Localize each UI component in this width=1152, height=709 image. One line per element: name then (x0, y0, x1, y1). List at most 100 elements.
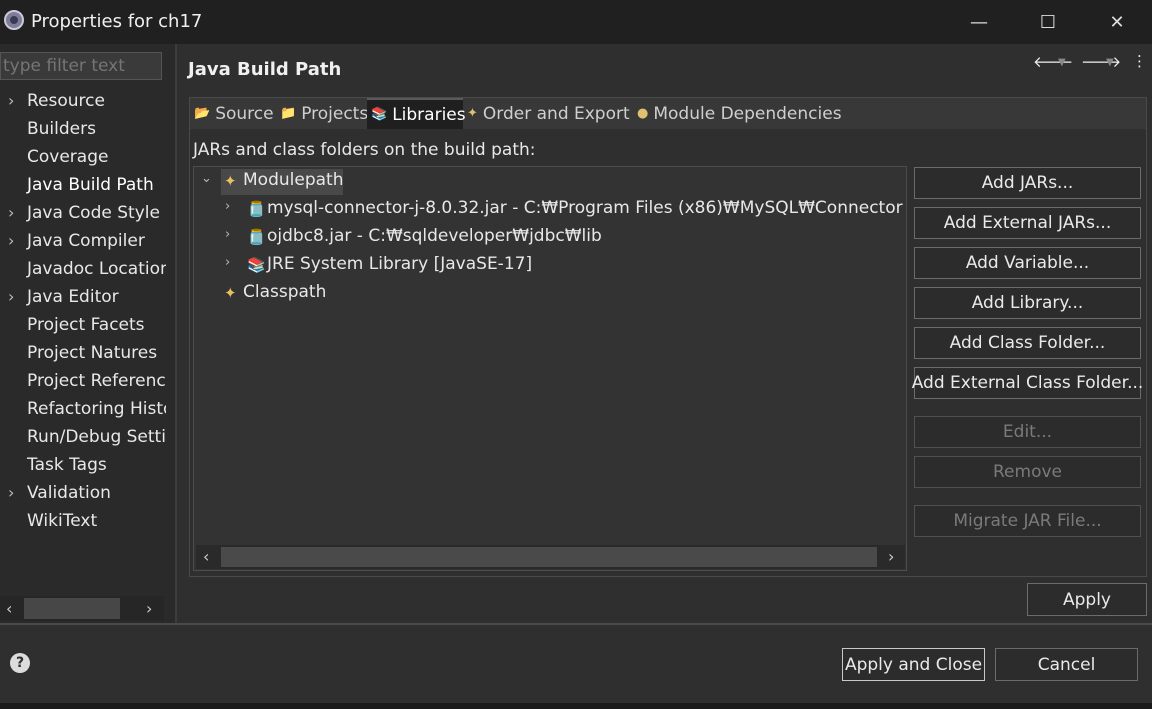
sidebar-item-label: Java Compiler (27, 231, 145, 251)
tab-libraries[interactable]: 📚 Libraries (367, 98, 466, 129)
tab-module-dependencies-label: Module Dependencies (653, 103, 842, 124)
page-title: Java Build Path (188, 59, 342, 80)
scroll-left-arrow-icon[interactable]: ‹ (6, 599, 12, 618)
remove-button[interactable]: Remove (914, 456, 1141, 488)
tab-order-and-export[interactable]: ✦ Order and Export (463, 98, 633, 129)
eclipse-app-icon (4, 10, 24, 30)
add-library-button[interactable]: Add Library... (914, 287, 1141, 319)
sidebar-item-project-references[interactable]: Project References (0, 369, 166, 397)
maximize-button[interactable]: ☐ (1013, 0, 1083, 44)
sidebar-item-label: Java Build Path (27, 175, 154, 195)
sidebar-item-resource[interactable]: › Resource (0, 89, 166, 117)
sidebar-item-project-natures[interactable]: Project Natures (0, 341, 166, 369)
cancel-button[interactable]: Cancel (995, 648, 1138, 681)
chevron-right-icon[interactable]: › (8, 203, 14, 222)
sidebar-item-label: Resource (27, 91, 105, 111)
tab-source[interactable]: 📂 Source (190, 98, 276, 129)
tree-entry-label: ojdbc8.jar - C:₩sqldeveloper₩jdbc₩lib (267, 226, 602, 246)
view-menu-icon[interactable]: ⋮ (1132, 52, 1147, 70)
sidebar-item-label: Java Editor (27, 287, 119, 307)
libraries-icon: 📚 (371, 107, 388, 122)
close-button[interactable]: ✕ (1082, 0, 1152, 44)
panel-divider[interactable] (175, 44, 177, 624)
sidebar-item-wikitext[interactable]: WikiText (0, 509, 166, 537)
tab-order-and-export-label: Order and Export (482, 103, 630, 124)
apply-button[interactable]: Apply (1027, 583, 1147, 616)
classpath-icon: ✦ (224, 284, 237, 302)
sidebar-item-label: WikiText (27, 511, 98, 531)
classpath-label: Classpath (243, 282, 327, 302)
add-class-folder-button[interactable]: Add Class Folder... (914, 327, 1141, 359)
chevron-right-icon[interactable]: › (8, 91, 14, 110)
chevron-right-icon[interactable]: › (225, 227, 230, 242)
projects-icon: 📁 (280, 106, 297, 121)
chevron-right-icon[interactable]: › (8, 287, 14, 306)
sidebar-item-label: Validation (27, 483, 111, 503)
sidebar-item-label: Java Code Style (27, 203, 160, 223)
add-external-jars-button[interactable]: Add External JARs... (914, 207, 1141, 239)
chevron-right-icon[interactable]: › (225, 199, 230, 214)
tab-module-dependencies[interactable]: ● Module Dependencies (633, 98, 847, 129)
sidebar-item-label: Run/Debug Settings (27, 427, 166, 447)
tab-projects[interactable]: 📁 Projects (276, 98, 369, 129)
sidebar-item-label: Project Facets (27, 315, 145, 335)
sidebar-item-task-tags[interactable]: Task Tags (0, 453, 166, 481)
sidebar-item-label: Coverage (27, 147, 109, 167)
modulepath-label: Modulepath (243, 170, 344, 190)
tree-row-jar[interactable]: › 🫙 mysql-connector-j-8.0.32.jar - C:₩Pr… (197, 196, 907, 224)
sidebar-item-coverage[interactable]: Coverage (0, 145, 166, 173)
section-label: JARs and class folders on the build path… (193, 140, 536, 160)
sidebar-item-label: Project Natures (27, 343, 158, 363)
window-title: Properties for ch17 (31, 11, 203, 32)
tab-source-label: Source (215, 103, 274, 124)
chevron-right-icon[interactable]: › (225, 255, 230, 270)
add-jars-button[interactable]: Add JARs... (914, 167, 1141, 199)
scroll-right-arrow-icon[interactable]: › (146, 599, 152, 618)
edit-button[interactable]: Edit... (914, 416, 1141, 448)
minimize-button[interactable]: — (944, 0, 1014, 44)
apply-and-close-button[interactable]: Apply and Close (842, 648, 985, 681)
sidebar-item-label: Javadoc Location (27, 259, 166, 279)
sidebar-item-run-debug-settings[interactable]: Run/Debug Settings (0, 425, 166, 453)
sidebar-scroll-thumb[interactable] (24, 598, 120, 619)
modulepath-icon: ✦ (224, 172, 237, 190)
module-dependencies-icon: ● (637, 106, 649, 121)
window-bottom-edge (0, 703, 1152, 709)
help-icon[interactable]: ? (10, 653, 30, 673)
sidebar-item-validation[interactable]: › Validation (0, 481, 166, 509)
sidebar-item-refactoring-history[interactable]: Refactoring History (0, 397, 166, 425)
sidebar-item-java-code-style[interactable]: › Java Code Style (0, 201, 166, 229)
chevron-right-icon[interactable]: › (8, 483, 14, 502)
sidebar-item-builders[interactable]: Builders (0, 117, 166, 145)
migrate-jar-button[interactable]: Migrate JAR File... (914, 505, 1141, 537)
forward-menu-chevron-icon[interactable]: ▼ (1106, 57, 1114, 68)
sidebar-item-label: Builders (27, 119, 96, 139)
scroll-left-arrow-icon[interactable]: ‹ (203, 547, 209, 566)
add-external-class-folder-button[interactable]: Add External Class Folder... (912, 367, 1143, 399)
jar-icon: 🫙 (247, 200, 266, 218)
tree-entry-label: mysql-connector-j-8.0.32.jar - C:₩Progra… (267, 198, 907, 218)
forward-arrow-icon[interactable]: 🡒 (1081, 52, 1121, 71)
library-icon: 📚 (247, 256, 266, 274)
add-variable-button[interactable]: Add Variable... (914, 247, 1141, 279)
tab-libraries-label: Libraries (392, 104, 466, 125)
sidebar-item-label: Refactoring History (27, 399, 166, 419)
sidebar-item-project-facets[interactable]: Project Facets (0, 313, 166, 341)
sidebar-item-java-compiler[interactable]: › Java Compiler (0, 229, 166, 257)
sidebar-item-java-editor[interactable]: › Java Editor (0, 285, 166, 313)
order-export-icon: ✦ (467, 106, 478, 121)
sidebar-item-java-build-path[interactable]: Java Build Path (0, 173, 166, 201)
sidebar-item-label: Task Tags (27, 455, 107, 475)
chevron-right-icon[interactable]: › (8, 231, 14, 250)
tab-projects-label: Projects (301, 103, 369, 124)
back-menu-chevron-icon[interactable]: ▼ (1058, 57, 1066, 68)
chevron-down-icon[interactable]: ⌄ (201, 171, 212, 186)
tree-scroll-thumb[interactable] (221, 547, 877, 567)
scroll-right-arrow-icon[interactable]: › (888, 547, 894, 566)
footer-separator (0, 623, 1152, 625)
sidebar-item-label: Project References (27, 371, 166, 391)
sidebar-item-javadoc-location[interactable]: Javadoc Location (0, 257, 166, 285)
tree-entry-label: JRE System Library [JavaSE-17] (267, 254, 533, 274)
filter-input[interactable] (0, 52, 162, 80)
back-arrow-icon[interactable]: 🡐 (1033, 52, 1073, 71)
